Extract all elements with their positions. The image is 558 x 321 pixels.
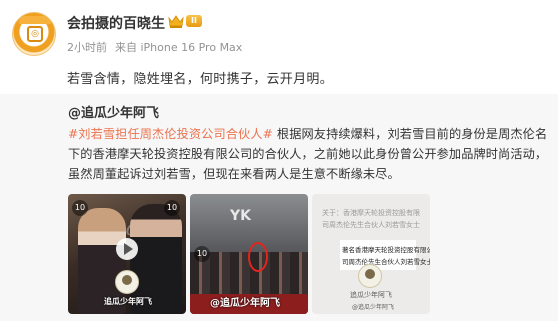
photo-thumbnail-2[interactable]: YK 10 @追瓜少年阿飞 (190, 194, 308, 314)
watermark-text: @追瓜少年阿飞 (210, 298, 280, 309)
document-faint-line: 关于：香港摩天轮投资控股有限 (322, 209, 420, 217)
author-avatar[interactable]: ◎ (12, 12, 56, 56)
repost-body: #刘若雪担任周杰伦投资公司合伙人# 根据网友持续爆料，刘若雪目前的身份是周杰伦名… (68, 124, 550, 184)
photo-thumbnail-3[interactable]: 关于：香港摩天轮投资控股有限 司周杰伦先生合伙人刘若雪女士 著名香港摩天轮投资控… (312, 194, 430, 314)
document-text-line: 著名香港摩天轮投资控股有限公司 (342, 246, 430, 254)
watermark-avatar (358, 264, 382, 288)
watermark-text: 追瓜少年阿飞 (104, 297, 152, 306)
watermark-text: @追瓜少年阿飞 (352, 304, 395, 311)
camera-logo-icon: ◎ (27, 26, 43, 42)
video-thumbnail-1[interactable]: Da 10 10 追瓜少年阿飞 (68, 194, 186, 314)
play-icon[interactable] (116, 238, 138, 260)
level-badge: II (186, 15, 202, 27)
watermark-text: 追瓜少年阿飞 (350, 291, 392, 299)
crown-icon (168, 15, 184, 28)
document-text-line: 司周杰伦先生合伙人刘若雪女士 (342, 258, 430, 266)
brand-logo-text: YK (230, 208, 251, 224)
duration-badge: 10 (194, 246, 210, 262)
duration-badge: 10 (164, 200, 180, 216)
repost-author-link[interactable]: @追瓜少年阿飞 (68, 102, 159, 121)
watermark-avatar (115, 270, 139, 294)
post-source: 来自 iPhone 16 Pro Max (115, 41, 243, 54)
reposted-card[interactable]: @追瓜少年阿飞 #刘若雪担任周杰伦投资公司合伙人# 根据网友持续爆料，刘若雪目前… (0, 94, 558, 321)
hashtag-link[interactable]: #刘若雪担任周杰伦投资公司合伙人# (68, 127, 273, 141)
post-header: ◎ 会拍摄的百晓生 II 2小时前 来自 iPhone 16 Pro Max (0, 0, 558, 60)
red-circle-highlight (248, 242, 268, 272)
post-time: 2小时前 (67, 41, 107, 54)
camera-ring-decoration (19, 16, 51, 24)
document-faint-line: 司周杰伦先生合伙人刘若雪女士 (322, 221, 420, 229)
duration-badge: 10 (72, 200, 88, 216)
post-text: 若雪含情，隐姓埋名，何时携子，云开月明。 (67, 72, 334, 87)
post-meta: 2小时前 来自 iPhone 16 Pro Max (67, 39, 242, 55)
author-name[interactable]: 会拍摄的百晓生 (67, 13, 165, 33)
